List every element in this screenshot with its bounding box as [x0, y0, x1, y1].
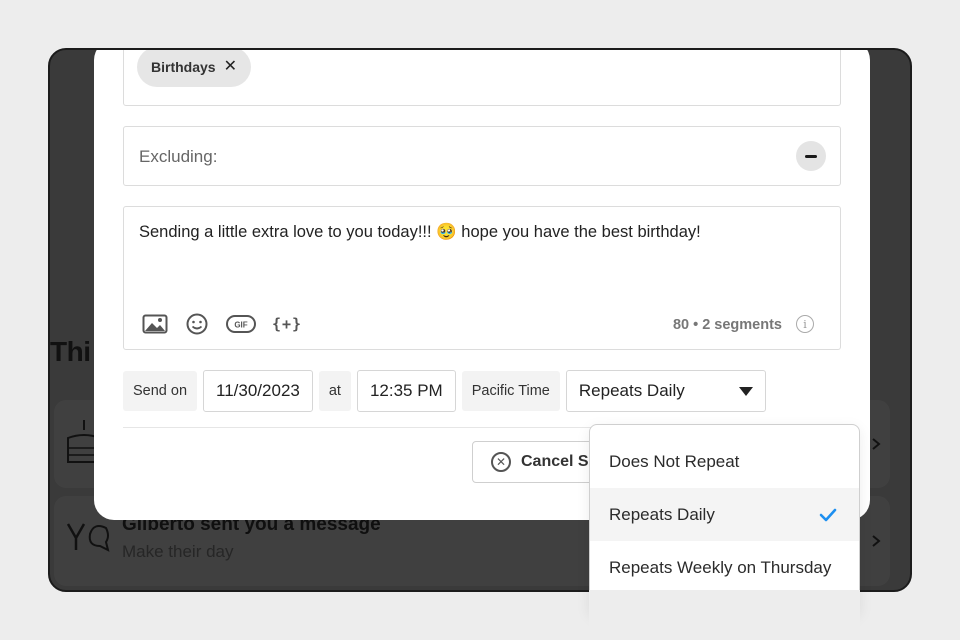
composer-toolbar: GIF {+} [142, 313, 302, 335]
segment-chip-label: Birthdays [151, 59, 216, 75]
chevron-right-icon [872, 438, 881, 450]
page-margin [589, 590, 860, 640]
cancel-button-label: Cancel S [521, 453, 589, 470]
dropdown-option-does-not-repeat[interactable]: Does Not Repeat [590, 435, 859, 488]
minus-icon [805, 154, 817, 158]
date-input[interactable]: 11/30/2023 [203, 370, 313, 412]
image-icon[interactable] [142, 313, 168, 335]
repeat-select-value: Repeats Daily [578, 381, 685, 400]
message-text[interactable]: Sending a little extra love to you today… [139, 223, 701, 242]
chevron-right-icon [872, 535, 881, 547]
checkmark-icon [819, 508, 837, 521]
info-icon[interactable]: i [796, 315, 814, 333]
schedule-row: Send on 11/30/2023 at 12:35 PM Pacific T… [123, 370, 766, 412]
merge-field-icon[interactable]: {+} [272, 313, 302, 335]
dropdown-option-repeats-weekly[interactable]: Repeats Weekly on Thursday [590, 541, 859, 594]
segment-chip-birthdays: Birthdays ✕ [137, 50, 251, 87]
dropdown-option-label: Repeats Weekly on Thursday [609, 557, 832, 577]
background-card-subtitle: Make their day [122, 542, 234, 561]
cancel-circle-icon: ✕ [491, 452, 511, 472]
exclude-label: Excluding: [139, 147, 218, 166]
repeat-dropdown-menu: Does Not Repeat Repeats Daily Repeats We… [589, 424, 860, 614]
dropdown-option-label: Repeats Daily [609, 504, 715, 524]
segment-count: 80 • 2 segments [672, 317, 782, 333]
send-on-label: Send on [123, 371, 198, 411]
background-section-heading: Thi [50, 336, 91, 367]
remove-chip-icon[interactable]: ✕ [224, 59, 237, 75]
repeat-select[interactable]: Repeats Daily [565, 370, 766, 412]
logo-icon [66, 523, 110, 552]
collapse-exclude-button[interactable] [796, 141, 826, 171]
dropdown-option-label: Does Not Repeat [609, 451, 740, 471]
message-composer[interactable]: Sending a little extra love to you today… [123, 206, 841, 350]
gif-label: GIF [234, 321, 247, 330]
include-segments-field[interactable]: Birthdays ✕ [123, 50, 841, 106]
exclude-segments-field[interactable]: Excluding: [123, 126, 841, 186]
gif-icon[interactable]: GIF [226, 313, 256, 335]
time-input[interactable]: 12:35 PM [356, 370, 456, 412]
dropdown-option-repeats-daily[interactable]: Repeats Daily [590, 488, 859, 541]
caret-down-icon [738, 386, 753, 396]
timezone-label: Pacific Time [461, 371, 560, 411]
emoji-icon[interactable] [184, 313, 210, 335]
at-label: at [318, 371, 351, 411]
